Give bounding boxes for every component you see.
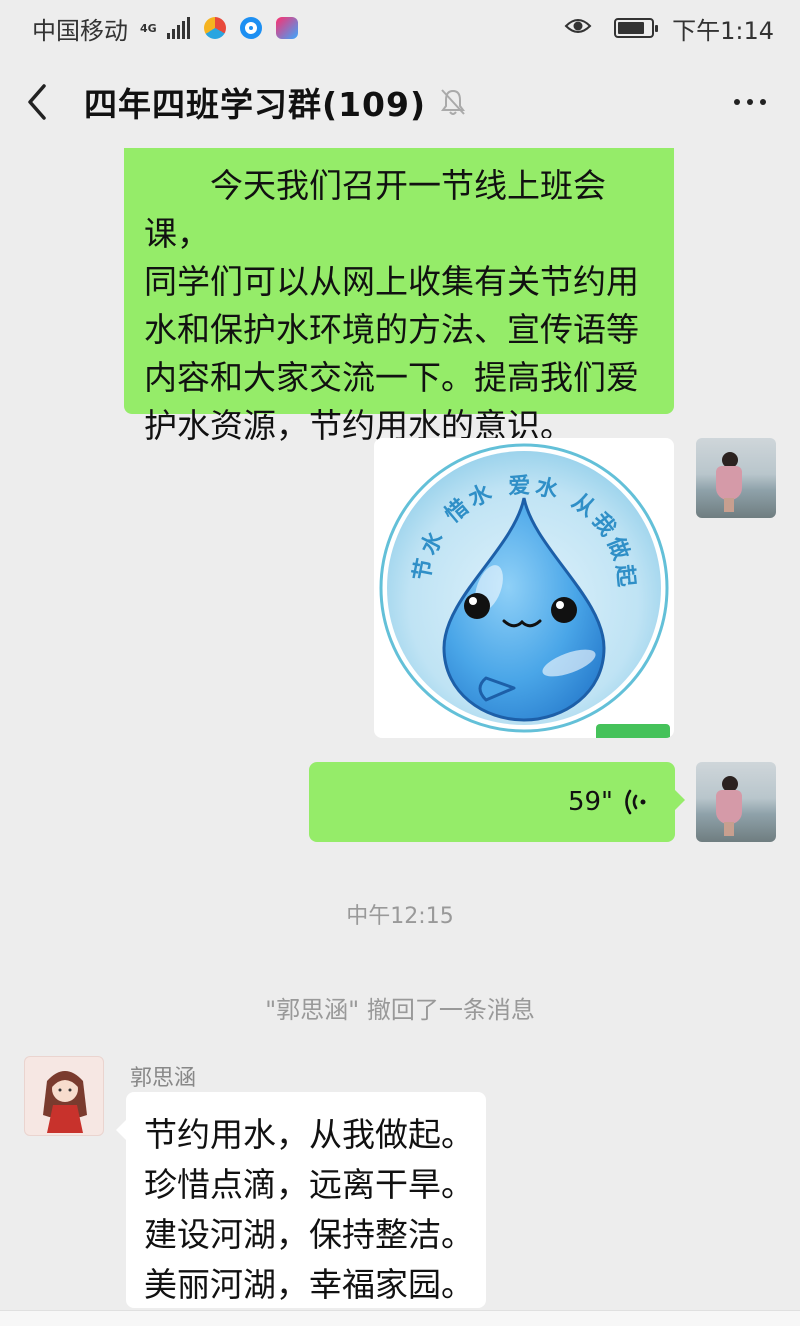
input-bar-edge bbox=[0, 1310, 800, 1326]
signal-icon bbox=[166, 17, 190, 39]
voice-duration: 59" bbox=[567, 787, 613, 817]
status-time: 下午1:14 bbox=[672, 16, 774, 45]
app-icon bbox=[239, 17, 262, 39]
recall-notice: "郭思涵" 撤回了一条消息 bbox=[265, 996, 535, 1024]
eye-icon bbox=[564, 14, 592, 42]
chat-header: 四年四班学习群(109) bbox=[0, 56, 800, 148]
network-type: 4G bbox=[140, 21, 157, 35]
more-button[interactable] bbox=[724, 89, 776, 115]
water-drop-sticker-image: 节水 惜水 爱水 从我做起! bbox=[374, 438, 669, 733]
app-icon bbox=[203, 17, 226, 39]
status-left: 中国移动 4G bbox=[32, 11, 298, 46]
back-icon bbox=[28, 84, 46, 120]
image-message[interactable]: 节水 惜水 爱水 从我做起! bbox=[374, 438, 674, 738]
voice-message[interactable]: 59" bbox=[309, 762, 685, 842]
avatar[interactable] bbox=[24, 1056, 104, 1136]
incoming-text-message[interactable]: 节约用水，从我做起。 珍惜点滴，远离干旱。 建设河湖，保持整洁。 美丽河湖，幸福… bbox=[116, 1092, 486, 1308]
more-icon bbox=[734, 99, 740, 105]
back-button[interactable] bbox=[24, 77, 64, 127]
mute-bell-icon bbox=[440, 88, 466, 120]
youku-icon bbox=[275, 17, 298, 39]
avatar[interactable] bbox=[696, 438, 776, 518]
outgoing-text-message[interactable]: 今天我们召开一节线上班会课， 同学们可以从网上收集有关节约用 水和保护水环境的方… bbox=[124, 148, 674, 445]
sender-name: 郭思涵 bbox=[130, 1066, 197, 1091]
time-divider: 中午12:15 bbox=[346, 904, 454, 929]
status-right: 下午1:14 bbox=[564, 11, 774, 46]
chat-title: 四年四班学习群(109) bbox=[84, 85, 427, 124]
battery-icon bbox=[614, 18, 659, 38]
avatar[interactable] bbox=[696, 762, 776, 842]
status-bar: 中国移动 4G 下午1:14 bbox=[0, 0, 800, 56]
carrier-label: 中国移动 bbox=[32, 16, 128, 45]
voice-wave-icon bbox=[625, 789, 646, 815]
